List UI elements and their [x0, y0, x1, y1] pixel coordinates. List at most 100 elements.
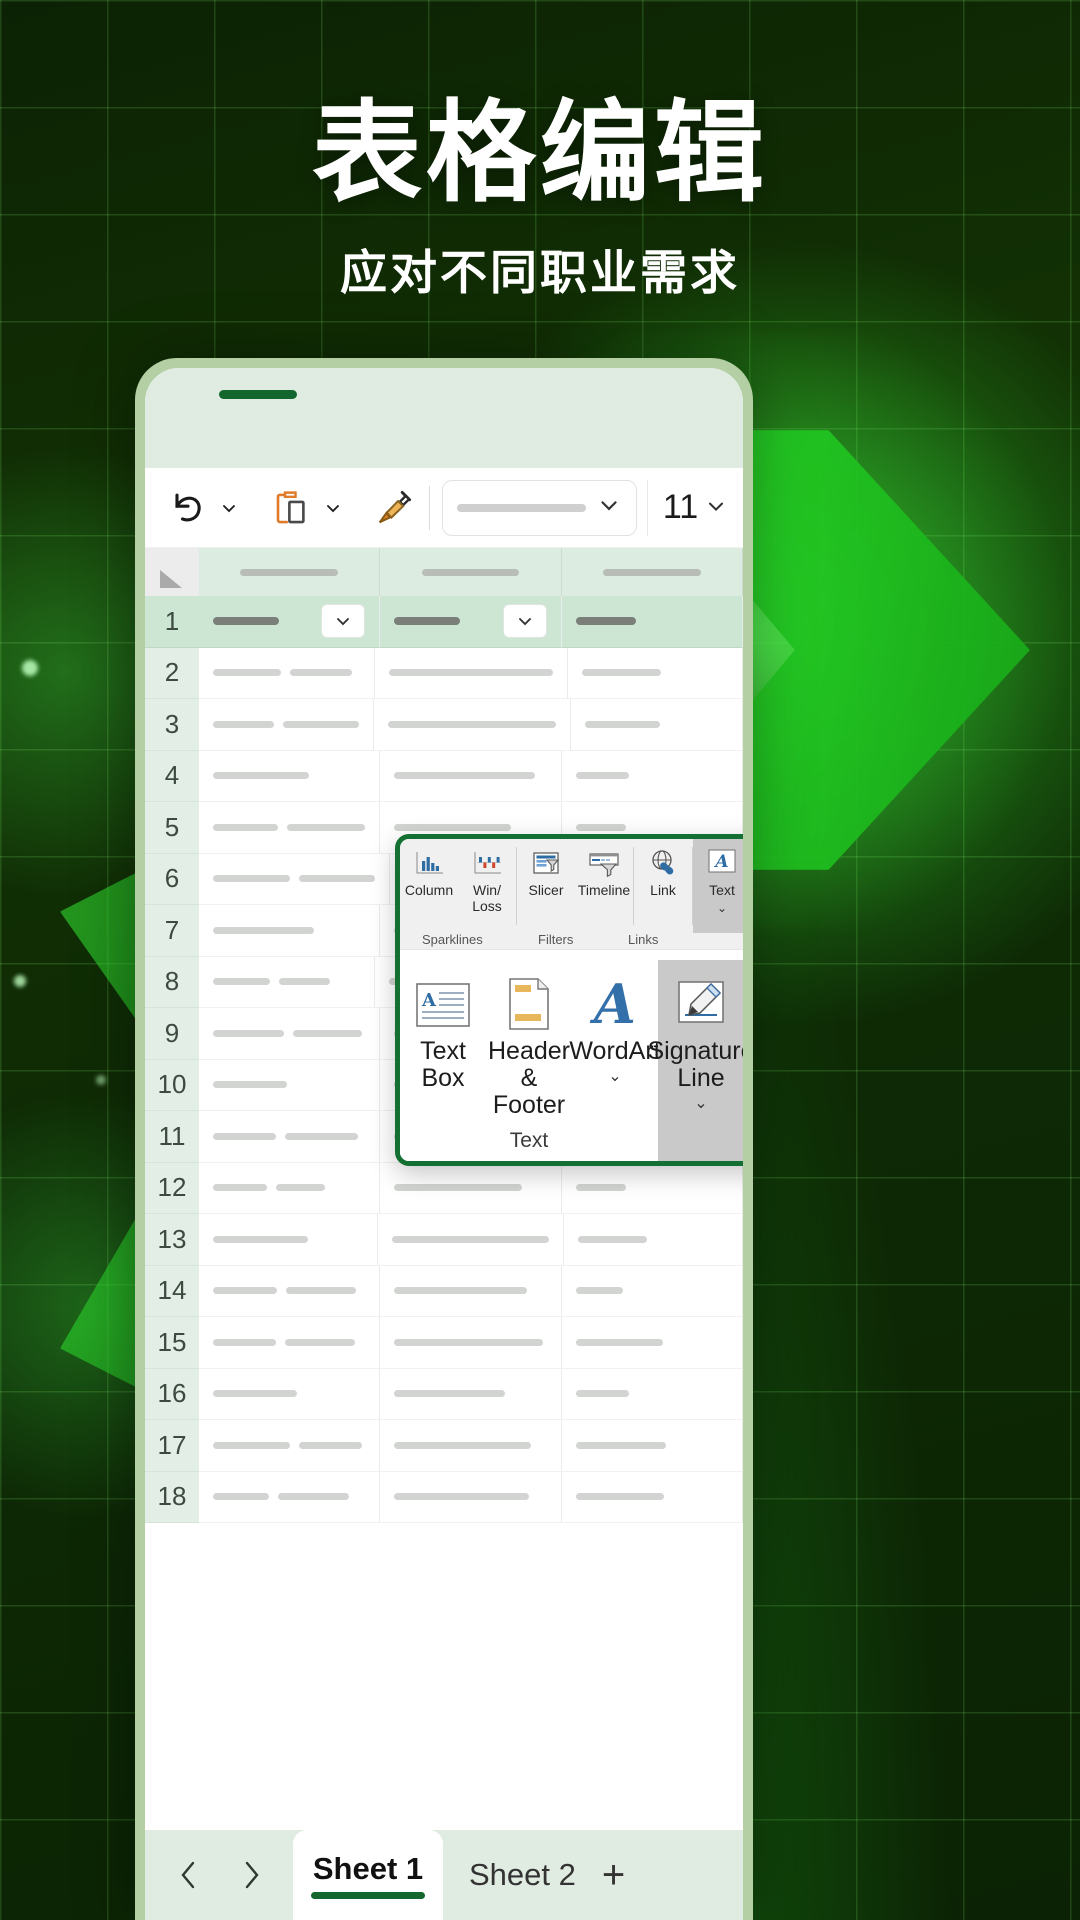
chevron-down-icon[interactable]: ⌄	[717, 902, 727, 914]
column-header-cell[interactable]	[199, 548, 381, 596]
table-cell[interactable]	[199, 750, 381, 802]
ribbon-item-column[interactable]: Column	[400, 839, 458, 933]
sheet-tab-active[interactable]: Sheet 1	[293, 1830, 443, 1920]
dropdown-item-text-box[interactable]: A Text Box	[400, 960, 486, 1127]
table-cell[interactable]	[199, 1008, 380, 1060]
table-cell[interactable]	[199, 1368, 381, 1420]
dropdown-item-wordart[interactable]: A WordArt ⌄	[569, 960, 660, 1127]
sheet-tab-second[interactable]: Sheet 2	[469, 1857, 576, 1893]
font-name-input[interactable]	[442, 479, 637, 536]
column-header-cell[interactable]	[380, 548, 562, 596]
table-cell[interactable]	[199, 956, 375, 1008]
table-cell[interactable]	[561, 1317, 743, 1369]
table-cell[interactable]	[374, 647, 568, 699]
row-header[interactable]: 18	[145, 1471, 199, 1523]
row-header[interactable]: 12	[145, 1162, 199, 1214]
sheet-tab-bar[interactable]: Sheet 1 Sheet 2 +	[145, 1830, 743, 1920]
chevron-left-icon[interactable]	[163, 1849, 215, 1901]
table-cell[interactable]	[199, 1317, 381, 1369]
row-header[interactable]: 7	[145, 905, 199, 957]
table-cell[interactable]	[199, 853, 390, 905]
row-header[interactable]: 17	[145, 1420, 199, 1472]
chevron-down-icon[interactable]	[704, 488, 728, 527]
table-cell[interactable]	[199, 647, 375, 699]
table-cell[interactable]	[199, 1420, 381, 1472]
undo-icon[interactable]	[161, 481, 215, 535]
table-cell[interactable]	[378, 1214, 564, 1266]
table-cell[interactable]	[561, 1265, 743, 1317]
add-sheet-button[interactable]: +	[602, 1855, 625, 1895]
table-cell[interactable]	[199, 699, 374, 751]
table-cell[interactable]	[561, 596, 743, 648]
insert-ribbon-popup[interactable]: Column Win/ Loss Slicer Timeline Link A …	[395, 834, 743, 1166]
chevron-down-icon[interactable]: ⌄	[608, 1068, 621, 1084]
paste-control[interactable]	[265, 481, 343, 535]
chevron-down-icon[interactable]	[596, 492, 622, 523]
row-header[interactable]: 9	[145, 1008, 199, 1060]
table-row[interactable]: 17	[145, 1420, 743, 1472]
row-header[interactable]: 6	[145, 853, 199, 905]
table-cell[interactable]	[199, 1265, 381, 1317]
row-header[interactable]: 4	[145, 750, 199, 802]
row-header[interactable]: 8	[145, 956, 199, 1008]
chevron-down-icon[interactable]: ⌄	[694, 1095, 707, 1111]
dropdown-item-header-footer[interactable]: Header & Footer	[486, 960, 572, 1127]
table-cell[interactable]	[380, 1265, 562, 1317]
table-cell[interactable]	[561, 750, 743, 802]
row-header[interactable]: 16	[145, 1368, 199, 1420]
table-cell[interactable]	[380, 1471, 562, 1523]
table-cell[interactable]	[199, 596, 381, 648]
chevron-down-icon[interactable]	[219, 498, 239, 518]
font-size-input[interactable]: 11	[647, 479, 743, 536]
table-row[interactable]: 18	[145, 1471, 743, 1523]
table-cell[interactable]	[199, 1471, 381, 1523]
table-cell[interactable]	[564, 1214, 743, 1266]
filter-dropdown-button[interactable]	[321, 604, 366, 639]
select-all-icon[interactable]	[145, 548, 199, 596]
table-cell[interactable]	[571, 699, 743, 751]
table-row[interactable]: 1	[145, 596, 743, 648]
dropdown-item-signature-line[interactable]: SignatureLine ⌄	[647, 960, 743, 1161]
table-cell[interactable]	[380, 596, 562, 648]
filter-dropdown-button[interactable]	[502, 604, 547, 639]
row-header[interactable]: 13	[145, 1214, 199, 1266]
table-cell[interactable]	[199, 905, 381, 957]
column-header-cell[interactable]	[562, 548, 743, 596]
table-row[interactable]: 16	[145, 1368, 743, 1420]
table-cell[interactable]	[561, 1368, 743, 1420]
table-cell[interactable]	[380, 1162, 562, 1214]
ribbon-item-winloss[interactable]: Win/Loss	[458, 839, 516, 933]
table-row[interactable]: 3	[145, 699, 743, 751]
format-painter-icon[interactable]	[367, 481, 421, 535]
chevron-down-icon[interactable]	[323, 498, 343, 518]
table-cell[interactable]	[199, 1059, 381, 1111]
table-cell[interactable]	[380, 1368, 562, 1420]
column-header-row[interactable]	[145, 548, 743, 596]
ribbon-item-timeline[interactable]: Timeline	[575, 839, 633, 933]
text-dropdown-panel[interactable]: A Text Box Header & Footer A WordArt ⌄ T…	[400, 949, 743, 1161]
table-cell[interactable]	[567, 647, 743, 699]
row-header[interactable]: 11	[145, 1111, 199, 1163]
table-cell[interactable]	[199, 1214, 378, 1266]
row-header[interactable]: 15	[145, 1317, 199, 1369]
table-cell[interactable]	[561, 1162, 743, 1214]
table-row[interactable]: 12	[145, 1162, 743, 1214]
ribbon-item-slicer[interactable]: Slicer	[517, 839, 575, 933]
ribbon-item-text[interactable]: A Text ⌄	[693, 839, 743, 933]
table-cell[interactable]	[199, 1162, 381, 1214]
row-header[interactable]: 14	[145, 1265, 199, 1317]
table-cell[interactable]	[380, 750, 562, 802]
table-cell[interactable]	[199, 802, 381, 854]
table-row[interactable]: 2	[145, 647, 743, 699]
table-row[interactable]: 4	[145, 750, 743, 802]
chevron-right-icon[interactable]	[225, 1849, 277, 1901]
table-cell[interactable]	[561, 1471, 743, 1523]
table-row[interactable]: 13	[145, 1214, 743, 1266]
paste-clipboard-icon[interactable]	[265, 481, 319, 535]
table-cell[interactable]	[380, 1420, 562, 1472]
ribbon-item-link[interactable]: Link	[634, 839, 692, 933]
table-cell[interactable]	[199, 1111, 381, 1163]
row-header[interactable]: 10	[145, 1059, 199, 1111]
undo-control[interactable]	[161, 481, 239, 535]
table-cell[interactable]	[380, 1317, 562, 1369]
